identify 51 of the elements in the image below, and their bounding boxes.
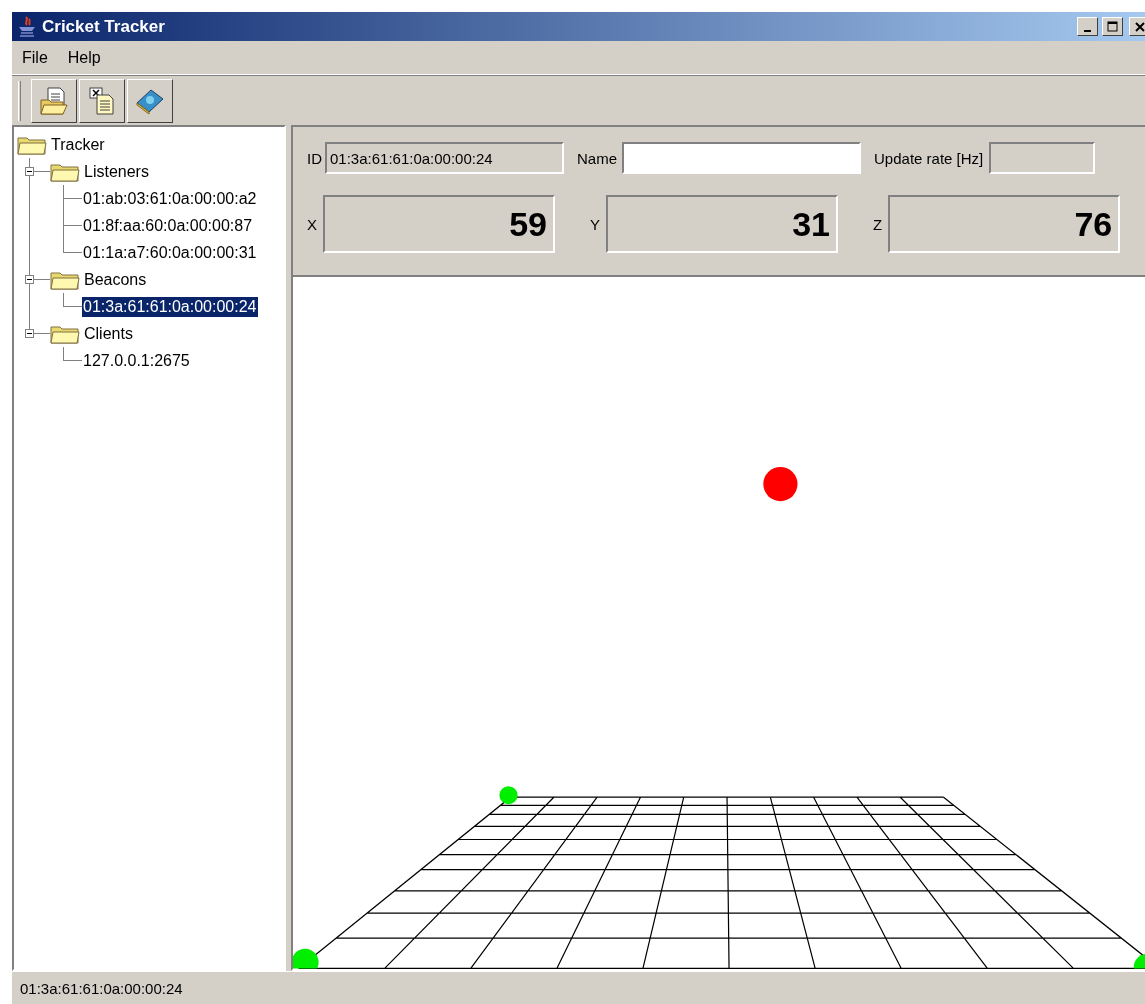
- coordinate-field: 31: [606, 195, 839, 253]
- tree-item[interactable]: Listeners: [83, 161, 150, 182]
- maximize-icon: [1107, 21, 1118, 32]
- beacon-dot: [763, 466, 798, 502]
- open-folder-icon: [39, 85, 69, 116]
- tree-connector-line: [63, 347, 82, 361]
- collapse-icon[interactable]: [25, 167, 34, 176]
- tree-connector-line: [63, 239, 82, 253]
- tree-line: [63, 199, 64, 212]
- menu-item[interactable]: Help: [67, 48, 101, 67]
- axis-label: Y: [590, 215, 601, 233]
- tree-connector-line: [63, 185, 82, 199]
- name-field[interactable]: [622, 142, 861, 174]
- axis-label: X: [307, 215, 317, 233]
- coordinate-field: 59: [323, 195, 555, 253]
- axis-label: Z: [873, 215, 883, 233]
- folder-icon: [50, 323, 80, 344]
- update-rate-field[interactable]: [989, 142, 1096, 174]
- window-title: Cricket Tracker: [42, 16, 166, 37]
- minimize-icon: [1084, 29, 1091, 32]
- close-icon: [1134, 21, 1145, 32]
- tree-item[interactable]: Clients: [83, 323, 134, 344]
- tree-item[interactable]: 01:ab:03:61:0a:00:00:a2: [82, 188, 258, 209]
- id-field[interactable]: 01:3a:61:61:0a:00:00:24: [325, 142, 564, 174]
- tree-line: [63, 226, 64, 239]
- tree-connector-line: [63, 212, 82, 226]
- folder-icon: [50, 269, 80, 290]
- tree-item[interactable]: 01:8f:aa:60:0a:00:00:87: [82, 215, 254, 236]
- document-icon: [87, 85, 117, 116]
- id-label: ID: [307, 149, 322, 167]
- collapse-icon[interactable]: [25, 329, 34, 338]
- update-rate-label: Update rate [Hz]: [874, 149, 984, 167]
- menu-item[interactable]: File: [22, 48, 48, 67]
- close-button[interactable]: [1129, 17, 1145, 36]
- app-icon: [16, 15, 38, 38]
- tree-item[interactable]: 01:3a:61:61:0a:00:00:24: [82, 296, 258, 317]
- open-button[interactable]: [31, 78, 77, 123]
- tree-item[interactable]: Beacons: [83, 269, 148, 290]
- tree-item[interactable]: 01:1a:a7:60:0a:00:00:31: [82, 242, 258, 263]
- minimize-button[interactable]: [1077, 17, 1098, 36]
- maximize-button[interactable]: [1102, 17, 1123, 36]
- tree-item[interactable]: Tracker: [50, 134, 106, 155]
- collapse-icon[interactable]: [25, 275, 34, 284]
- status-text: 01:3a:61:61:0a:00:00:24: [20, 979, 183, 997]
- help-button[interactable]: [127, 78, 173, 123]
- folder-icon: [50, 161, 80, 182]
- coordinate-field: 76: [888, 195, 1121, 253]
- export-button[interactable]: [79, 78, 125, 123]
- folder-icon: [17, 134, 47, 155]
- tree-item[interactable]: 127.0.0.1:2675: [82, 350, 191, 371]
- name-label: Name: [577, 149, 617, 167]
